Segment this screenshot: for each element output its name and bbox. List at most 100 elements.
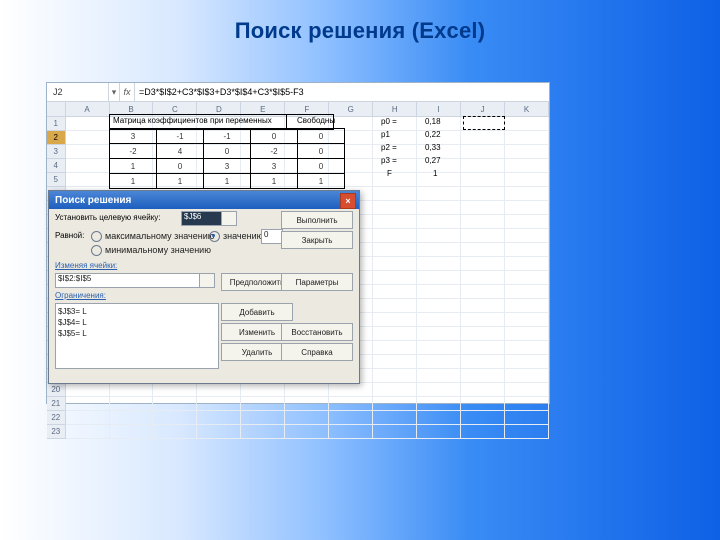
cell[interactable] [505, 397, 549, 411]
cell[interactable] [110, 383, 154, 397]
range-picker-icon[interactable] [199, 273, 215, 288]
cell[interactable] [417, 383, 461, 397]
col-header[interactable]: K [505, 102, 549, 117]
cell[interactable] [241, 425, 285, 439]
cell[interactable] [66, 159, 110, 173]
cell[interactable] [66, 411, 110, 425]
cell[interactable] [505, 173, 549, 187]
cell[interactable] [373, 215, 417, 229]
cell[interactable] [373, 187, 417, 201]
cell[interactable] [417, 229, 461, 243]
constraint-item[interactable]: $J$4= L [58, 317, 216, 328]
cell[interactable] [66, 117, 110, 131]
cell[interactable] [505, 383, 549, 397]
cell[interactable] [66, 425, 110, 439]
cell[interactable] [373, 173, 417, 187]
cell[interactable] [461, 313, 505, 327]
cell[interactable] [461, 355, 505, 369]
cell[interactable] [373, 383, 417, 397]
cell[interactable] [241, 411, 285, 425]
cell[interactable] [505, 327, 549, 341]
cell[interactable] [373, 271, 417, 285]
cell[interactable] [373, 313, 417, 327]
cell[interactable] [197, 411, 241, 425]
run-button[interactable]: Выполнить [281, 211, 353, 229]
target-cell-input[interactable]: $J$6 [181, 211, 223, 226]
cell[interactable] [505, 411, 549, 425]
row-header[interactable]: 20 [47, 383, 66, 397]
cell[interactable] [505, 215, 549, 229]
cell[interactable] [110, 397, 154, 411]
cell[interactable] [461, 145, 505, 159]
cell[interactable] [329, 411, 373, 425]
cell[interactable] [285, 397, 329, 411]
cell[interactable] [241, 383, 285, 397]
row-header[interactable]: 22 [47, 411, 66, 425]
cell[interactable] [329, 425, 373, 439]
cell[interactable] [241, 397, 285, 411]
cell[interactable] [417, 299, 461, 313]
close-button[interactable]: Закрыть [281, 231, 353, 249]
col-header[interactable]: H [373, 102, 417, 117]
cell[interactable] [373, 243, 417, 257]
cell[interactable] [505, 257, 549, 271]
name-dropdown-icon[interactable]: ▾ [109, 87, 119, 98]
cell[interactable] [373, 341, 417, 355]
cell[interactable] [417, 411, 461, 425]
cell[interactable] [110, 425, 154, 439]
cell[interactable] [373, 397, 417, 411]
cell[interactable] [417, 327, 461, 341]
cell[interactable] [461, 327, 505, 341]
add-button[interactable]: Добавить [221, 303, 293, 321]
cell[interactable] [461, 131, 505, 145]
formula-input[interactable]: =D3*$I$2+C3*$I$3+D3*$I$4+C3*$I$5-F3 [135, 87, 549, 97]
row-header[interactable]: 5 [47, 173, 66, 187]
cell[interactable] [373, 299, 417, 313]
radio-max[interactable] [91, 231, 102, 242]
cell[interactable] [329, 397, 373, 411]
cell[interactable] [461, 229, 505, 243]
constraints-list[interactable]: $J$3= L $J$4= L $J$5= L [55, 303, 219, 369]
cell[interactable] [505, 229, 549, 243]
cell[interactable] [417, 173, 461, 187]
cell[interactable] [461, 159, 505, 173]
cell[interactable] [461, 271, 505, 285]
cell[interactable] [505, 117, 549, 131]
cell[interactable] [373, 285, 417, 299]
changing-cells-input[interactable]: $I$2:$I$5 [55, 273, 201, 288]
row-header[interactable]: 21 [47, 397, 66, 411]
cell[interactable] [417, 355, 461, 369]
cell[interactable] [505, 159, 549, 173]
cell[interactable] [505, 369, 549, 383]
cell[interactable] [153, 383, 197, 397]
constraint-item[interactable]: $J$3= L [58, 306, 216, 317]
cell[interactable] [461, 173, 505, 187]
dialog-titlebar[interactable]: Поиск решения × [49, 191, 359, 209]
cell[interactable] [373, 201, 417, 215]
cell[interactable] [417, 201, 461, 215]
cell[interactable] [373, 425, 417, 439]
radio-min[interactable] [91, 245, 102, 256]
cell[interactable] [417, 369, 461, 383]
cell[interactable] [417, 397, 461, 411]
cell[interactable] [505, 271, 549, 285]
cell[interactable] [66, 173, 110, 187]
name-box[interactable]: J2 [47, 83, 109, 101]
col-header[interactable]: G [329, 102, 373, 117]
cell[interactable] [505, 425, 549, 439]
row-header[interactable]: 2 [47, 131, 66, 145]
cell[interactable] [373, 229, 417, 243]
cell[interactable] [461, 215, 505, 229]
cell[interactable] [461, 299, 505, 313]
cell[interactable] [417, 425, 461, 439]
cell[interactable] [153, 425, 197, 439]
cell[interactable] [373, 257, 417, 271]
col-header[interactable]: A [66, 102, 110, 117]
cell[interactable] [505, 187, 549, 201]
col-header[interactable]: J [461, 102, 505, 117]
cell[interactable] [66, 383, 110, 397]
cell[interactable] [505, 355, 549, 369]
cell[interactable] [373, 369, 417, 383]
cell[interactable] [285, 383, 329, 397]
cell[interactable] [505, 285, 549, 299]
